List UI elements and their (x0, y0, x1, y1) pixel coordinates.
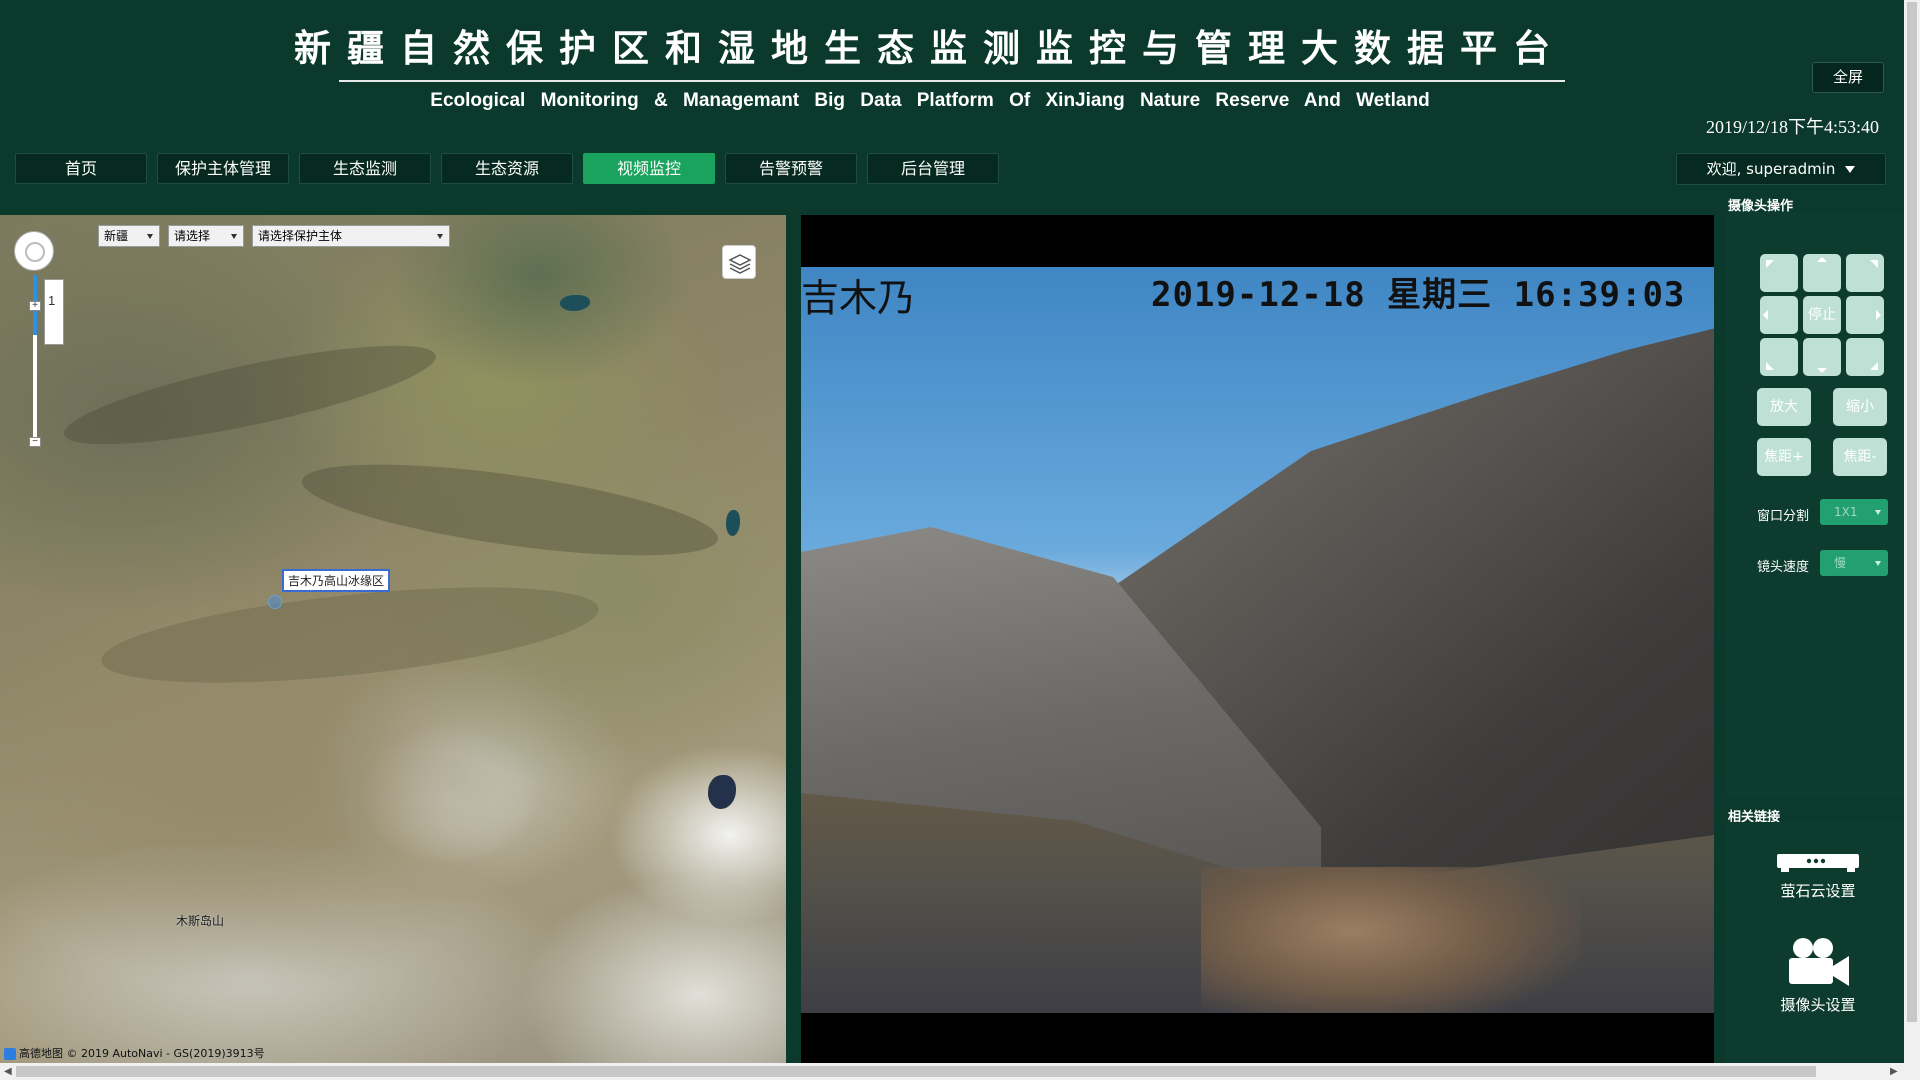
video-player[interactable]: 吉木乃 2019-12-18 星期三 16:39:03 (801, 215, 1714, 1063)
ezviz-settings-label: 萤石云设置 (1780, 882, 1856, 900)
arrow-right-icon (1876, 310, 1881, 320)
nav-protected-subject-management[interactable]: 保护主体管理 (157, 153, 289, 184)
chevron-down-icon (1845, 166, 1856, 173)
video-camera-icon (1789, 938, 1849, 986)
map-attribution: 高德地图 © 2019 AutoNavi - GS(2019)3913号 (4, 1045, 265, 1061)
amap-logo-icon (4, 1048, 16, 1060)
map-terrain (297, 446, 723, 574)
protected-subject-select-value: 请选择保护主体 (258, 229, 343, 243)
nav-video-surveillance[interactable]: 视频监控 (583, 153, 715, 184)
arrow-down-right-icon (1870, 362, 1878, 370)
nav-eco-monitoring[interactable]: 生态监测 (299, 153, 431, 184)
dropdown-arrow-icon (231, 234, 237, 239)
map-layer-button[interactable] (722, 245, 756, 279)
nav-home[interactable]: 首页 (15, 153, 147, 184)
scroll-left-icon[interactable]: ◀ (4, 1066, 12, 1077)
type-select-value: 请选择 (174, 229, 211, 243)
horizontal-scrollbar-thumb[interactable] (16, 1066, 1816, 1077)
arrow-up-right-icon (1870, 260, 1878, 268)
camera-settings-link[interactable]: 摄像头设置 (1758, 936, 1878, 1015)
vertical-scrollbar-thumb[interactable] (1907, 2, 1917, 1022)
dropdown-arrow-icon (437, 234, 443, 239)
focus-plus-button[interactable]: 焦距+ (1757, 438, 1811, 476)
video-osd-timestamp: 2019-12-18 星期三 16:39:03 (1151, 275, 1686, 315)
camera-site-marker[interactable] (268, 595, 282, 609)
title-divider (339, 80, 1565, 82)
map-attribution-text: 高德地图 © 2019 AutoNavi - GS(2019)3913号 (19, 1047, 265, 1060)
zoom-out-camera-button[interactable]: 缩小 (1833, 388, 1887, 426)
ptz-left-button[interactable] (1760, 296, 1798, 334)
page-subtitle: Ecological Monitoring & Managemant Big D… (430, 90, 1430, 111)
map-pan-control[interactable] (14, 231, 54, 271)
nav-alarm-warning[interactable]: 告警预警 (725, 153, 857, 184)
map-place-label: 木斯岛山 (176, 914, 225, 928)
window-split-label: 窗口分割 (1757, 509, 1810, 524)
zoom-scale-box (44, 279, 64, 345)
ptz-up-button[interactable] (1803, 254, 1841, 292)
nav-backend-management[interactable]: 后台管理 (867, 153, 999, 184)
focus-minus-button[interactable]: 焦距- (1833, 438, 1887, 476)
zoom-in-button[interactable]: + (29, 301, 41, 311)
current-datetime: 2019/12/18下午4:53:40 (1706, 117, 1880, 137)
ptz-up-left-button[interactable] (1760, 254, 1798, 292)
map-lake (560, 295, 590, 311)
map-lake (726, 510, 740, 536)
video-scene-rocks (1201, 867, 1581, 1013)
camera-video-frame[interactable]: 吉木乃 2019-12-18 星期三 16:39:03 (801, 267, 1714, 1013)
window-split-select[interactable]: 1X1 (1820, 499, 1888, 525)
user-menu[interactable]: 欢迎, superadmin (1676, 153, 1886, 185)
nav-eco-resources[interactable]: 生态资源 (441, 153, 573, 184)
ptz-right-button[interactable] (1846, 296, 1884, 334)
page-title: 新疆自然保护区和湿地生态监测监控与管理大数据平台 (294, 27, 1566, 70)
ptz-down-right-button[interactable] (1846, 338, 1884, 376)
arrow-down-icon (1817, 368, 1827, 373)
ptz-up-right-button[interactable] (1846, 254, 1884, 292)
lens-speed-value: 慢 (1834, 556, 1847, 570)
map-lake (708, 775, 736, 809)
ptz-down-left-button[interactable] (1760, 338, 1798, 376)
lens-speed-label: 镜头速度 (1757, 560, 1810, 575)
zoom-out-button[interactable]: − (29, 437, 41, 447)
type-select[interactable]: 请选择 (168, 225, 244, 247)
map-terrain (57, 326, 443, 464)
compass-icon (25, 242, 45, 262)
arrow-down-left-icon (1766, 362, 1774, 370)
zoom-level-label: 1 (48, 293, 56, 308)
ptz-stop-button[interactable]: 停止 (1803, 296, 1841, 334)
lens-speed-select[interactable]: 慢 (1820, 550, 1888, 576)
ptz-down-button[interactable] (1803, 338, 1841, 376)
window-split-value: 1X1 (1834, 505, 1858, 519)
arrow-up-left-icon (1766, 260, 1774, 268)
arrow-left-icon (1763, 310, 1768, 320)
layers-icon (728, 254, 752, 274)
arrow-up-icon (1817, 257, 1827, 262)
dropdown-arrow-icon (1875, 561, 1881, 566)
nvr-device-icon (1777, 854, 1859, 872)
video-osd-location: 吉木乃 (801, 276, 916, 320)
camera-settings-label: 摄像头设置 (1780, 996, 1856, 1014)
fullscreen-button[interactable]: 全屏 (1812, 62, 1884, 93)
region-select-value: 新疆 (104, 229, 129, 243)
protected-subject-select[interactable]: 请选择保护主体 (252, 225, 450, 247)
dropdown-arrow-icon (1875, 510, 1881, 515)
dropdown-arrow-icon (147, 234, 153, 239)
user-menu-label: 欢迎, superadmin (1706, 160, 1836, 178)
region-select[interactable]: 新疆 (98, 225, 160, 247)
map-panel[interactable]: 1 + − 新疆 请选择 请选择保护主体 吉木乃高山冰缘区 木斯岛山 高德地图 … (0, 215, 786, 1063)
scroll-right-icon[interactable]: ▶ (1890, 1066, 1898, 1077)
zoom-in-camera-button[interactable]: 放大 (1757, 388, 1811, 426)
camera-site-label[interactable]: 吉木乃高山冰缘区 (282, 569, 391, 592)
ezviz-settings-link[interactable]: 萤石云设置 (1758, 850, 1878, 901)
